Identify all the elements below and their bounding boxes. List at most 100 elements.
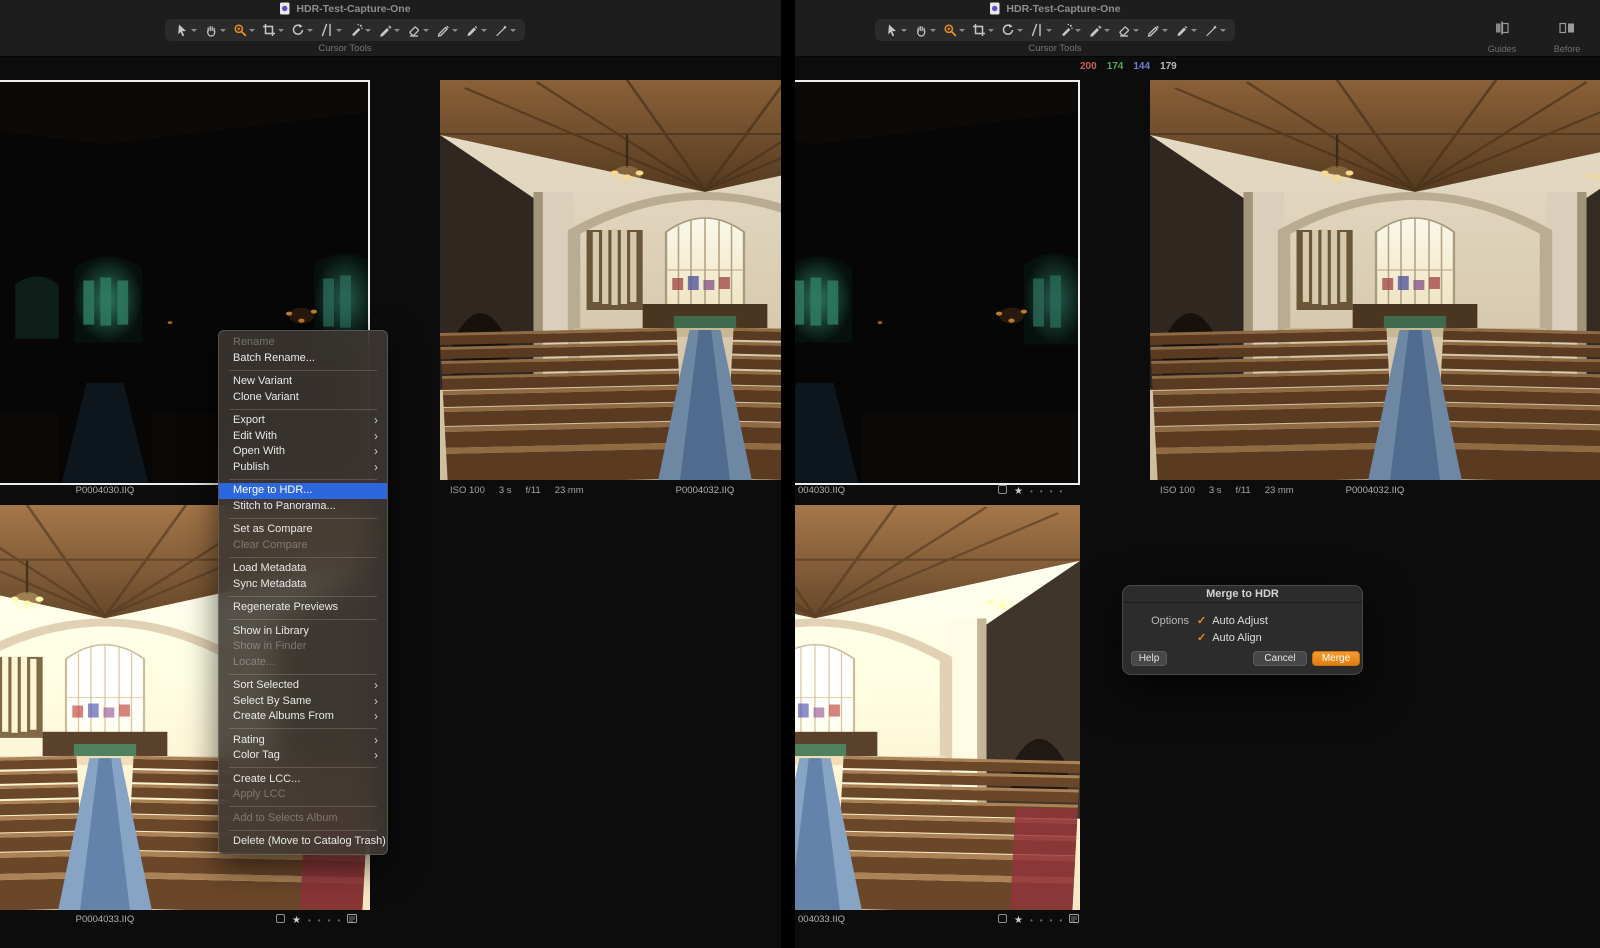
rating-dot[interactable]	[1050, 910, 1053, 928]
menu-item-sort-selected[interactable]: Sort Selected	[219, 678, 387, 694]
menu-item-batch-rename[interactable]: Batch Rename...	[219, 351, 387, 367]
refine-edge-tool-button[interactable]	[1204, 23, 1226, 37]
chevron-down-icon	[988, 29, 994, 32]
select-checkbox[interactable]	[276, 914, 285, 923]
zoom-tool-button[interactable]	[943, 23, 965, 37]
thumbnail-bright-exposure[interactable]	[795, 505, 1080, 910]
crop-tool-button[interactable]	[262, 23, 284, 37]
rating-dot[interactable]	[1059, 481, 1062, 499]
before-after-label: Before	[1554, 44, 1581, 54]
thumbnail-normal-exposure[interactable]	[440, 80, 781, 480]
rating-dot[interactable]	[1030, 910, 1033, 928]
star-rating-icon[interactable]	[292, 910, 301, 928]
menu-item-sync-metadata[interactable]: Sync Metadata	[219, 577, 387, 593]
screenshot-root: { "window": { "title": "HDR-Test-Capture…	[0, 0, 1600, 948]
menu-separator	[229, 728, 377, 729]
eraser-icon	[407, 23, 421, 37]
variants-icon[interactable]	[1069, 914, 1079, 923]
draw-mask-tool-button[interactable]	[1146, 23, 1168, 37]
star-rating-icon[interactable]	[1014, 910, 1023, 928]
menu-item-publish[interactable]: Publish	[219, 460, 387, 476]
spot-removal-tool-button[interactable]	[1059, 23, 1081, 37]
cursor-tools-label: Cursor Tools	[875, 43, 1235, 54]
erase-tool-button[interactable]	[1117, 23, 1139, 37]
magic-brush-tool-button[interactable]	[1175, 23, 1197, 37]
auto-align-option[interactable]: Auto Align	[1197, 631, 1262, 644]
marker-icon	[1175, 23, 1189, 37]
menu-item-edit-with[interactable]: Edit With	[219, 429, 387, 445]
menu-item-clone-variant[interactable]: Clone Variant	[219, 390, 387, 406]
cursor-tools-label: Cursor Tools	[165, 43, 525, 54]
pan-tool-button[interactable]	[914, 23, 936, 37]
rating-dot[interactable]	[1040, 910, 1043, 928]
menu-item-show-in-library[interactable]: Show in Library	[219, 624, 387, 640]
menu-item-stitch-to-panorama[interactable]: Stitch to Panorama...	[219, 499, 387, 515]
menu-item-color-tag[interactable]: Color Tag	[219, 748, 387, 764]
chevron-down-icon	[930, 29, 936, 32]
merge-button[interactable]: Merge	[1312, 651, 1360, 666]
variants-icon[interactable]	[347, 914, 357, 923]
chevron-down-icon	[481, 29, 487, 32]
magic-brush-tool-button[interactable]	[465, 23, 487, 37]
menu-item-create-lcc[interactable]: Create LCC...	[219, 772, 387, 788]
thumbnail-dark-exposure[interactable]	[795, 80, 1080, 485]
menu-item-regenerate-previews[interactable]: Regenerate Previews	[219, 600, 387, 616]
spot-removal-tool-button[interactable]	[349, 23, 371, 37]
menu-separator	[229, 830, 377, 831]
checkmark-icon	[1197, 614, 1206, 627]
menu-item-select-by-same[interactable]: Select By Same	[219, 694, 387, 710]
chevron-down-icon	[423, 29, 429, 32]
straighten-icon	[1030, 23, 1044, 37]
rating-controls	[276, 912, 357, 925]
filename-label: 004033.IIQ	[798, 913, 845, 926]
blue-value: 144	[1133, 61, 1150, 72]
menu-item-export[interactable]: Export	[219, 413, 387, 429]
rating-dot[interactable]	[1040, 481, 1043, 499]
rating-dot[interactable]	[328, 910, 331, 928]
auto-adjust-option[interactable]: Auto Adjust	[1197, 614, 1268, 627]
menu-item-create-albums-from[interactable]: Create Albums From	[219, 709, 387, 725]
before-after-button[interactable]: Before	[1537, 20, 1597, 54]
star-rating-icon[interactable]	[1014, 481, 1023, 499]
rotate-tool-button[interactable]	[291, 23, 313, 37]
menu-item-load-metadata[interactable]: Load Metadata	[219, 561, 387, 577]
menu-item-delete[interactable]: Delete (Move to Catalog Trash)	[219, 834, 387, 850]
rating-dot[interactable]	[1030, 481, 1033, 499]
heal-tool-button[interactable]	[378, 23, 400, 37]
rating-dot[interactable]	[308, 910, 311, 928]
thumbnail-normal-exposure[interactable]	[1150, 80, 1600, 480]
select-checkbox[interactable]	[998, 485, 1007, 494]
menu-item-new-variant[interactable]: New Variant	[219, 374, 387, 390]
menu-item-open-with[interactable]: Open With	[219, 444, 387, 460]
draw-mask-tool-button[interactable]	[436, 23, 458, 37]
rating-dot[interactable]	[318, 910, 321, 928]
select-checkbox[interactable]	[998, 914, 1007, 923]
menu-item-set-as-compare[interactable]: Set as Compare	[219, 522, 387, 538]
refine-edge-tool-button[interactable]	[494, 23, 516, 37]
rating-dot[interactable]	[1050, 481, 1053, 499]
rating-dot[interactable]	[337, 910, 340, 928]
heal-tool-button[interactable]	[1088, 23, 1110, 37]
window-title: HDR-Test-Capture-One	[1006, 3, 1120, 15]
window-right: HDR-Test-Capture-One Cursor Tools Guides…	[795, 0, 1600, 948]
cancel-button[interactable]: Cancel	[1253, 651, 1307, 666]
straighten-tool-button[interactable]	[320, 23, 342, 37]
select-tool-button[interactable]	[175, 23, 197, 37]
chevron-down-icon	[191, 29, 197, 32]
menu-item-rating[interactable]: Rating	[219, 733, 387, 749]
zoom-tool-button[interactable]	[233, 23, 255, 37]
rotate-tool-button[interactable]	[1001, 23, 1023, 37]
erase-tool-button[interactable]	[407, 23, 429, 37]
crop-tool-button[interactable]	[972, 23, 994, 37]
select-tool-button[interactable]	[885, 23, 907, 37]
guides-button[interactable]: Guides	[1472, 20, 1532, 54]
window-title-bar: HDR-Test-Capture-One	[875, 2, 1235, 15]
menu-item-locate: Locate...	[219, 655, 387, 671]
menu-item-merge-to-hdr[interactable]: Merge to HDR...	[219, 483, 387, 499]
help-button[interactable]: Help	[1131, 651, 1167, 666]
pan-tool-button[interactable]	[204, 23, 226, 37]
chevron-down-icon	[1104, 29, 1110, 32]
rating-dot[interactable]	[1059, 910, 1062, 928]
menu-separator	[229, 370, 377, 371]
straighten-tool-button[interactable]	[1030, 23, 1052, 37]
